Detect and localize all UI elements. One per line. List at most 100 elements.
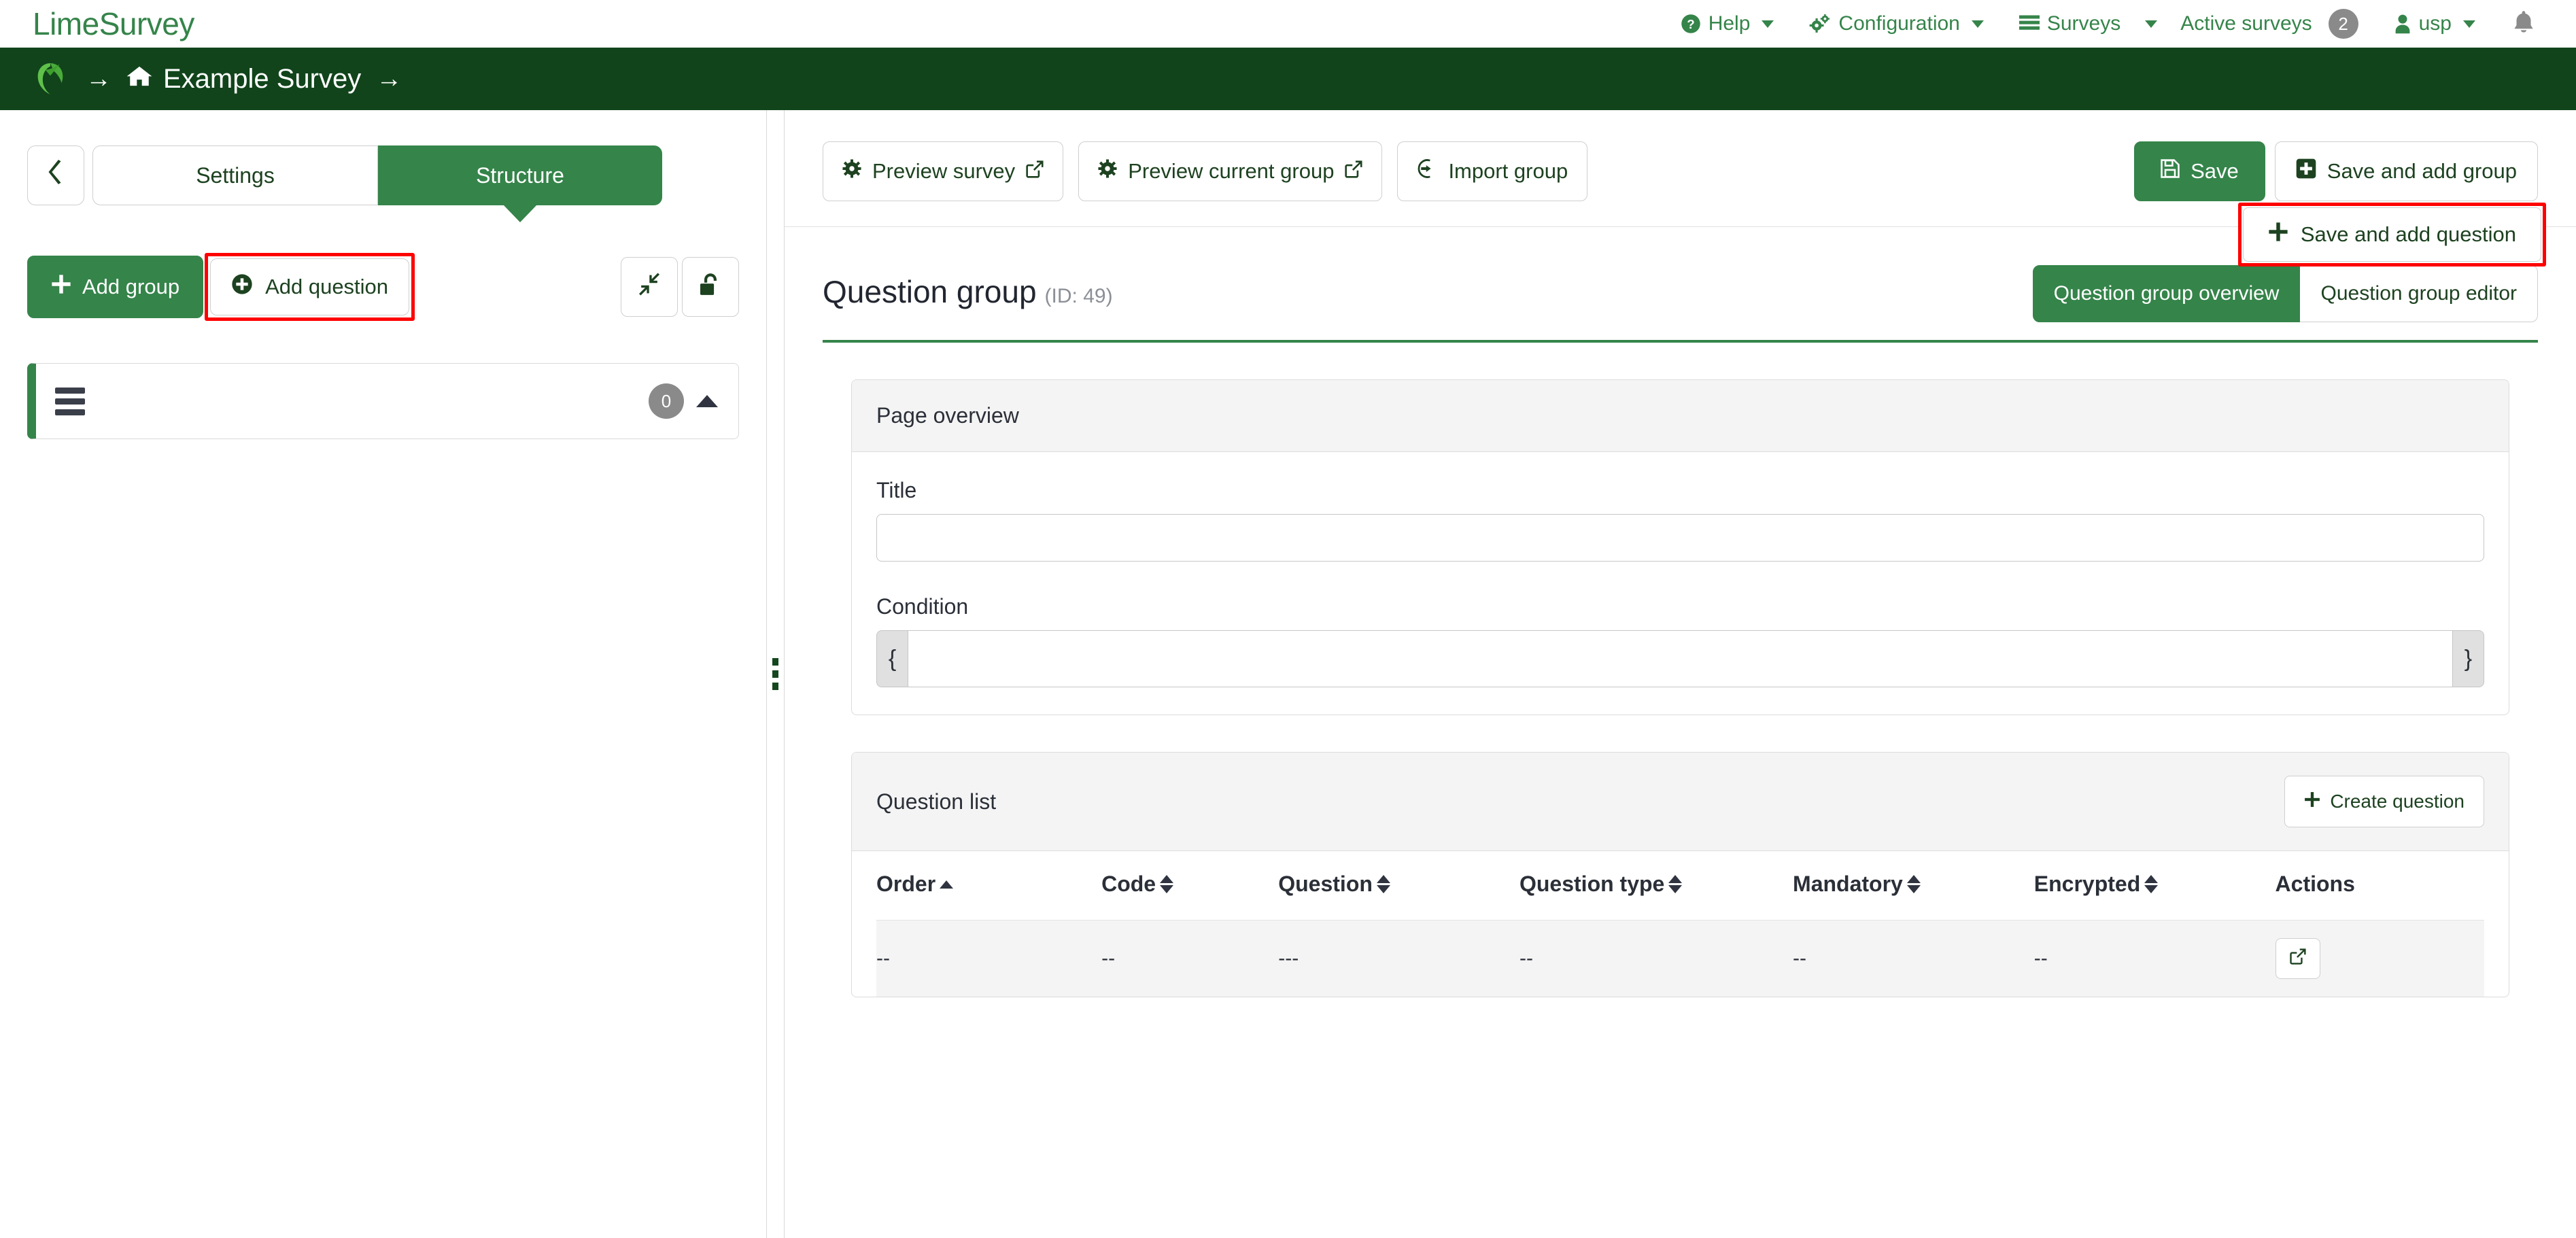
tab-question-group-editor[interactable]: Question group editor bbox=[2300, 265, 2538, 322]
question-list-header: Question list Create question bbox=[852, 753, 2509, 851]
notifications-button[interactable] bbox=[2493, 10, 2549, 39]
table-row[interactable]: -- -- --- -- -- -- bbox=[876, 920, 2484, 997]
breadcrumb-survey-name: Example Survey bbox=[163, 63, 362, 94]
preview-current-group-label: Preview current group bbox=[1128, 159, 1335, 183]
column-header-question-label: Question bbox=[1278, 872, 1373, 896]
nav-item-active-surveys-label: Active surveys bbox=[2180, 12, 2312, 35]
unlock-icon bbox=[699, 272, 722, 302]
condition-input[interactable] bbox=[908, 630, 2453, 687]
save-label: Save bbox=[2191, 159, 2239, 183]
active-surveys-count-badge: 2 bbox=[2328, 9, 2358, 39]
nav-item-surveys[interactable]: Surveys bbox=[2002, 12, 2138, 35]
plus-icon bbox=[2268, 222, 2288, 247]
sidebar-resize-handle[interactable] bbox=[767, 110, 785, 1238]
page-overview-header: Page overview bbox=[852, 380, 2509, 452]
column-header-question-type[interactable]: Question type bbox=[1519, 851, 1793, 921]
unlock-button[interactable] bbox=[682, 257, 739, 317]
home-icon bbox=[126, 64, 152, 94]
save-dropdown-wrapper: Save and add group Save and add question bbox=[2237, 141, 2546, 266]
condition-input-group: { } bbox=[876, 630, 2484, 687]
column-header-actions: Actions bbox=[2275, 851, 2484, 921]
floppy-disk-icon bbox=[2161, 159, 2180, 184]
add-group-button[interactable]: Add group bbox=[27, 256, 204, 318]
nav-item-user-menu[interactable]: usp bbox=[2376, 12, 2493, 35]
top-navbar-right: ? Help Configuration Surveys Active surv… bbox=[1663, 9, 2549, 39]
sort-both-icon bbox=[1376, 875, 1390, 893]
group-list-item[interactable]: 0 bbox=[27, 363, 739, 439]
question-list-header-actions: Create question bbox=[2284, 776, 2484, 827]
title-input[interactable] bbox=[876, 514, 2484, 562]
column-header-order[interactable]: Order bbox=[876, 851, 1102, 921]
column-header-order-label: Order bbox=[876, 872, 936, 896]
cell-actions bbox=[2275, 920, 2484, 997]
sort-both-icon bbox=[1668, 875, 1683, 893]
chevron-down-icon bbox=[2145, 20, 2158, 28]
page-overview-card: Page overview Title Condition { } bbox=[851, 379, 2509, 715]
question-group-list: 0 bbox=[27, 363, 739, 439]
caret-up-icon[interactable] bbox=[696, 395, 718, 407]
sidebar-action-row: Add group Add question bbox=[27, 253, 739, 321]
column-header-code[interactable]: Code bbox=[1101, 851, 1279, 921]
group-item-right: 0 bbox=[649, 383, 718, 419]
save-button[interactable]: Save bbox=[2134, 141, 2265, 201]
list-icon bbox=[2019, 14, 2040, 33]
collapse-all-button[interactable] bbox=[621, 257, 678, 317]
page-overview-body: Title Condition { } bbox=[852, 452, 2509, 715]
gear-icon bbox=[842, 159, 861, 184]
app-logo-text[interactable]: LimeSurvey bbox=[33, 5, 194, 42]
nav-item-help[interactable]: ? Help bbox=[1663, 12, 1792, 35]
nav-item-surveys-caret[interactable] bbox=[2138, 20, 2163, 28]
column-header-question-type-label: Question type bbox=[1519, 872, 1665, 896]
add-group-label: Add group bbox=[82, 275, 180, 298]
save-and-add-group-button[interactable]: Save and add group bbox=[2274, 141, 2538, 201]
add-question-button[interactable]: Add question bbox=[210, 258, 410, 315]
preview-survey-button[interactable]: Preview survey bbox=[823, 141, 1064, 201]
page-overview-title: Page overview bbox=[876, 403, 1019, 428]
help-circle-icon: ? bbox=[1681, 14, 1701, 34]
save-and-add-question-button[interactable]: Save and add question bbox=[2242, 207, 2541, 262]
cell-encrypted: -- bbox=[2033, 920, 2276, 997]
main-toolbar: Preview survey Preview current group Imp… bbox=[785, 110, 2576, 266]
sidebar-collapse-button[interactable] bbox=[27, 145, 84, 205]
breadcrumb-trailing-arrow-icon: → bbox=[376, 64, 402, 93]
external-link-icon bbox=[2289, 947, 2306, 970]
gears-icon bbox=[1809, 14, 1831, 34]
question-table: Order Code Question Question type Mandat… bbox=[876, 851, 2484, 997]
limesurvey-logo-icon[interactable] bbox=[33, 60, 68, 98]
preview-current-group-button[interactable]: Preview current group bbox=[1078, 141, 1383, 201]
breadcrumb-survey-link[interactable]: Example Survey bbox=[126, 64, 361, 94]
nav-item-configuration[interactable]: Configuration bbox=[1791, 12, 2001, 35]
main-content: Preview survey Preview current group Imp… bbox=[785, 110, 2576, 1238]
import-group-button[interactable]: Import group bbox=[1397, 141, 1588, 201]
preview-survey-label: Preview survey bbox=[872, 159, 1016, 183]
column-header-question[interactable]: Question bbox=[1278, 851, 1519, 921]
column-header-encrypted[interactable]: Encrypted bbox=[2033, 851, 2276, 921]
sidebar-tab-settings[interactable]: Settings bbox=[92, 145, 378, 205]
plus-icon bbox=[2304, 791, 2320, 812]
cell-question-type: -- bbox=[1519, 920, 1793, 997]
sidebar-icon-button-group bbox=[621, 257, 739, 317]
sidebar-tab-structure[interactable]: Structure bbox=[378, 145, 662, 205]
add-question-highlight: Add question bbox=[205, 253, 415, 321]
condition-suffix-addon: } bbox=[2452, 630, 2484, 687]
cell-mandatory: -- bbox=[1793, 920, 2034, 997]
breadcrumb: → Example Survey → bbox=[0, 48, 2576, 110]
nav-item-help-label: Help bbox=[1708, 12, 1751, 35]
nav-item-active-surveys[interactable]: Active surveys 2 bbox=[2163, 9, 2375, 39]
page-title-id: (ID: 49) bbox=[1044, 285, 1113, 307]
tab-question-group-overview[interactable]: Question group overview bbox=[2032, 265, 2301, 322]
row-preview-button[interactable] bbox=[2275, 938, 2320, 979]
create-question-button[interactable]: Create question bbox=[2284, 776, 2484, 827]
sidebar-tab-row: Settings Structure bbox=[27, 145, 739, 205]
nav-item-user-label: usp bbox=[2418, 12, 2452, 35]
drag-handle-icon[interactable] bbox=[55, 387, 85, 415]
column-header-encrypted-label: Encrypted bbox=[2033, 872, 2141, 896]
import-group-label: Import group bbox=[1448, 159, 1568, 183]
column-header-mandatory[interactable]: Mandatory bbox=[1793, 851, 2034, 921]
question-list-card: Question list Create question Order Code… bbox=[851, 752, 2509, 997]
question-table-body: -- -- --- -- -- -- bbox=[876, 920, 2484, 997]
svg-text:?: ? bbox=[1687, 17, 1694, 31]
external-link-icon bbox=[1026, 159, 1044, 184]
add-question-label: Add question bbox=[265, 275, 389, 298]
save-button-cluster: Save Save and add group Save and add que… bbox=[2134, 141, 2546, 266]
